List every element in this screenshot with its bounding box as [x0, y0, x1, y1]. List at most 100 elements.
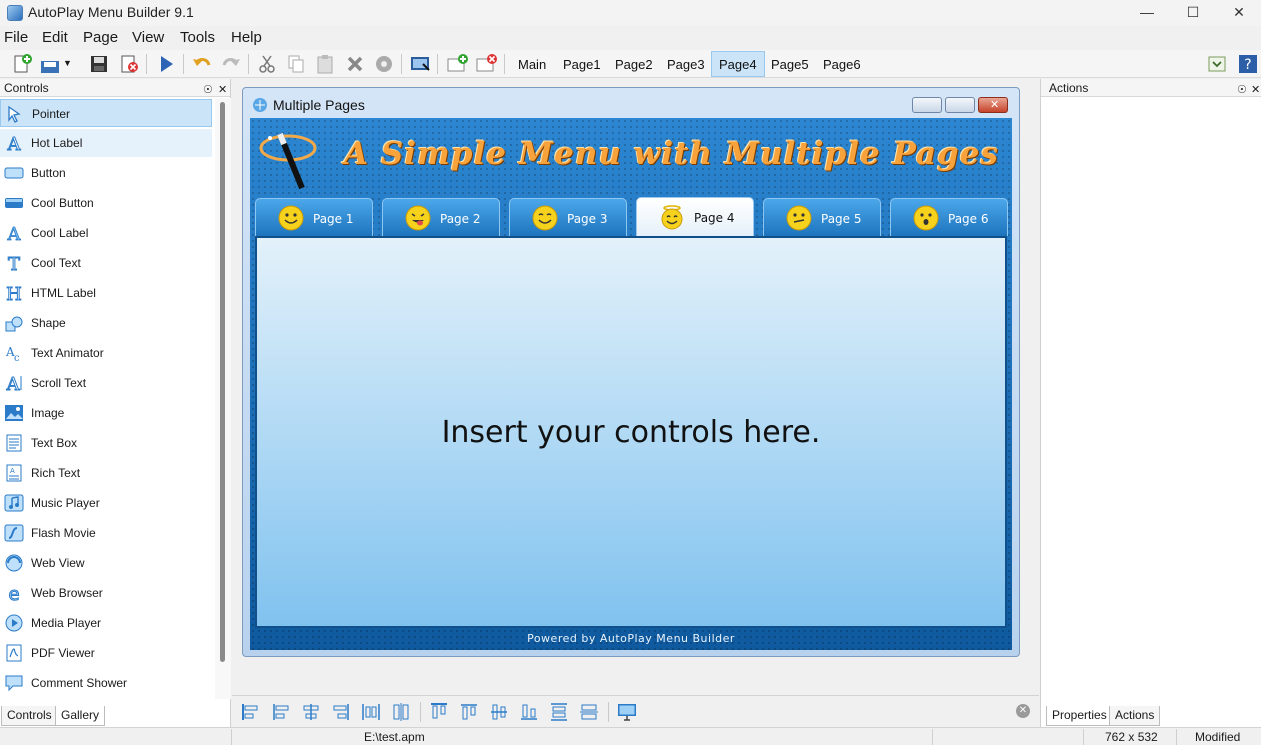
align-top-edge-icon[interactable] [458, 701, 480, 723]
help-icon[interactable]: ? [1237, 53, 1259, 75]
space-vertical-icon[interactable] [390, 701, 412, 723]
cut-icon[interactable] [256, 53, 278, 75]
align-middle-icon[interactable] [488, 701, 510, 723]
close-circle-icon[interactable]: ✕ [1016, 704, 1030, 718]
monitor-icon[interactable] [616, 701, 638, 723]
control-music-player[interactable]: Music Player [0, 489, 212, 517]
page-tab-page3[interactable]: Page3 [659, 51, 713, 77]
minimize-button[interactable]: — [1124, 0, 1170, 26]
menu-tools[interactable]: Tools [180, 29, 215, 46]
pin-icon[interactable]: ☉ [203, 81, 213, 99]
menu-edit[interactable]: Edit [42, 29, 68, 46]
tongue-face-icon [405, 205, 431, 231]
window-restore-button[interactable] [945, 97, 975, 113]
control-hot-label[interactable]: A Hot Label [0, 129, 212, 157]
menu-help[interactable]: Help [231, 29, 262, 46]
toolbar-separator [248, 54, 249, 74]
shape-icon [4, 314, 24, 332]
menu-tab-page-5[interactable]: Page 5 [763, 198, 881, 236]
save-icon[interactable] [88, 53, 110, 75]
control-html-label[interactable]: H HTML Label [0, 279, 212, 307]
tab-actions[interactable]: Actions [1109, 706, 1161, 726]
control-rich-text[interactable]: A Rich Text [0, 459, 212, 487]
svg-text:A: A [6, 374, 21, 392]
controls-panel: Controls ☉ ✕ Pointer A Hot Label Button … [0, 79, 231, 727]
menu-page[interactable]: Page [83, 29, 118, 46]
control-scroll-text[interactable]: A Scroll Text [0, 369, 212, 397]
page-tab-page1[interactable]: Page1 [555, 51, 609, 77]
delete-icon[interactable] [344, 53, 366, 75]
pin-icon[interactable]: ☉ [1237, 81, 1247, 99]
tab-controls[interactable]: Controls [1, 706, 58, 726]
menu-file[interactable]: File [4, 29, 28, 46]
control-cool-button[interactable]: Cool Button [0, 189, 212, 217]
page-tab-page5[interactable]: Page5 [763, 51, 817, 77]
menu-tab-page-4[interactable]: Page 4 [636, 197, 754, 237]
dropdown-toggle-icon[interactable] [1206, 53, 1228, 75]
paste-icon[interactable] [314, 53, 336, 75]
close-button[interactable]: ✕ [1216, 0, 1261, 26]
redo-icon[interactable] [220, 53, 242, 75]
align-bottom-icon[interactable] [518, 701, 540, 723]
status-separator [1176, 729, 1177, 745]
page-tab-page2[interactable]: Page2 [607, 51, 661, 77]
close-icon[interactable]: ✕ [1251, 81, 1260, 99]
add-page-icon[interactable] [446, 53, 468, 75]
maximize-button[interactable]: ☐ [1170, 0, 1216, 26]
control-image[interactable]: Image [0, 399, 212, 427]
control-flash-movie[interactable]: Flash Movie [0, 519, 212, 547]
toolbar-separator [437, 54, 438, 74]
menu-window[interactable]: Multiple Pages ✕ A Simple Menu with Mult… [242, 87, 1020, 657]
align-right-icon[interactable] [330, 701, 352, 723]
menu-tab-page-6[interactable]: Page 6 [890, 198, 1008, 236]
settings-icon[interactable] [373, 53, 395, 75]
controls-scrollbar[interactable] [215, 98, 231, 699]
control-cool-label[interactable]: A Cool Label [0, 219, 212, 247]
menu-tab-page-2[interactable]: Page 2 [382, 198, 500, 236]
new-file-icon[interactable] [11, 53, 33, 75]
control-pdf-viewer[interactable]: PDF Viewer [0, 639, 212, 667]
save-dropdown-icon[interactable]: ▼ [39, 53, 72, 75]
page-content-area[interactable]: Insert your controls here. [255, 236, 1007, 628]
menu-tab-page-1[interactable]: Page 1 [255, 198, 373, 236]
control-web-browser[interactable]: e Web Browser [0, 579, 212, 607]
align-left-edge-icon[interactable] [270, 701, 292, 723]
preview-icon[interactable] [409, 53, 431, 75]
undo-icon[interactable] [191, 53, 213, 75]
equal-height-icon[interactable] [548, 701, 570, 723]
copy-icon[interactable] [285, 53, 307, 75]
menu-tab-page-3[interactable]: Page 3 [509, 198, 627, 236]
control-comment-shower[interactable]: Comment Shower [0, 669, 212, 697]
tab-properties[interactable]: Properties [1046, 706, 1113, 726]
svg-text:T: T [8, 254, 20, 272]
remove-page-icon[interactable] [475, 53, 497, 75]
control-text-animator[interactable]: Ac Text Animator [0, 339, 212, 367]
scrollbar-thumb[interactable] [220, 102, 225, 662]
window-icon [252, 97, 268, 113]
align-top-icon[interactable] [428, 701, 450, 723]
page-tab-main[interactable]: Main [510, 51, 554, 77]
window-minimize-button[interactable] [912, 97, 942, 113]
run-icon[interactable] [155, 53, 177, 75]
window-close-button[interactable]: ✕ [978, 97, 1008, 113]
space-horizontal-icon[interactable] [360, 701, 382, 723]
page-tab-page4[interactable]: Page4 [711, 51, 765, 77]
align-center-icon[interactable] [300, 701, 322, 723]
align-left-icon[interactable] [240, 701, 262, 723]
svg-text:c: c [14, 353, 20, 362]
control-pointer[interactable]: Pointer [0, 99, 212, 127]
control-web-view[interactable]: Web View [0, 549, 212, 577]
toolbar-separator [420, 702, 421, 722]
control-cool-text[interactable]: T Cool Text [0, 249, 212, 277]
close-icon[interactable]: ✕ [218, 81, 227, 99]
page-tab-page6[interactable]: Page6 [815, 51, 869, 77]
control-button[interactable]: Button [0, 159, 212, 187]
menu-canvas[interactable]: A Simple Menu with Multiple Pages Page 1… [250, 118, 1012, 650]
tab-gallery[interactable]: Gallery [55, 706, 106, 726]
equal-spacing-icon[interactable] [578, 701, 600, 723]
menu-view[interactable]: View [132, 29, 164, 46]
close-project-icon[interactable] [118, 53, 140, 75]
control-shape[interactable]: Shape [0, 309, 212, 337]
control-media-player[interactable]: Media Player [0, 609, 212, 637]
control-text-box[interactable]: Text Box [0, 429, 212, 457]
